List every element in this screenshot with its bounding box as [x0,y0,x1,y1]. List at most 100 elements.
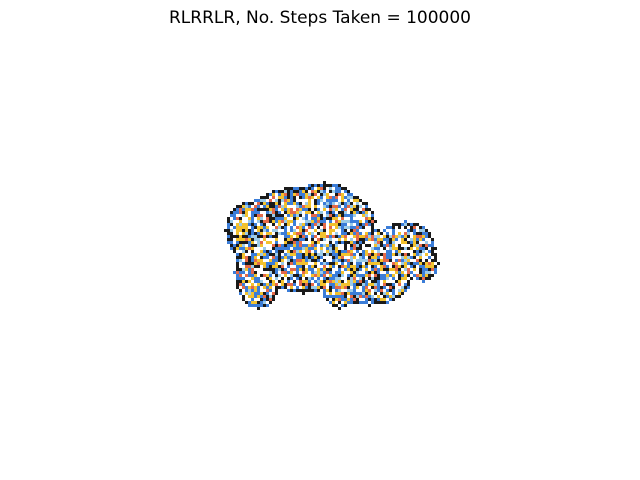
ant-cell [341,193,344,196]
ant-cell [296,208,299,211]
ant-cell [407,283,410,286]
ant-cell [398,292,401,295]
ant-cell [323,238,326,241]
ant-cell [368,289,371,292]
ant-cell [362,256,365,259]
ant-cell [266,286,269,289]
ant-cell [248,295,251,298]
ant-cell [263,301,266,304]
ant-cell [416,253,419,256]
ant-cell [422,244,425,247]
ant-cell [335,298,338,301]
ant-cell [335,283,338,286]
ant-cell [386,256,389,259]
ant-cell [275,190,278,193]
ant-cell [350,226,353,229]
ant-cell [239,217,242,220]
ant-cell [347,193,350,196]
ant-cell [251,202,254,205]
ant-cell [386,235,389,238]
ant-cell [299,205,302,208]
ant-cell [347,205,350,208]
ant-cell [416,223,419,226]
ant-cell [311,247,314,250]
ant-cell [425,274,428,277]
ant-cell [398,289,401,292]
ant-cell [296,277,299,280]
ant-cell [272,247,275,250]
ant-cell [362,280,365,283]
ant-cell [242,286,245,289]
ant-cell [329,262,332,265]
ant-cell [392,226,395,229]
ant-cell [392,292,395,295]
ant-cell [251,235,254,238]
ant-cell [338,250,341,253]
ant-cell [269,286,272,289]
ant-cell [389,241,392,244]
ant-cell [239,244,242,247]
ant-cell [386,289,389,292]
ant-cell [224,229,227,232]
ant-cell [302,223,305,226]
ant-cell [335,280,338,283]
ant-cell [317,253,320,256]
ant-cell [326,184,329,187]
ant-cell [311,265,314,268]
ant-cell [266,205,269,208]
ant-cell [308,232,311,235]
ant-cell [272,235,275,238]
ant-cell [230,214,233,217]
ant-cell [347,259,350,262]
figure: RLRRLR, No. Steps Taken = 100000 [0,0,640,480]
ant-cell [290,283,293,286]
ant-cell [335,262,338,265]
ant-cell [254,214,257,217]
ant-cell [332,223,335,226]
ant-cell [416,238,419,241]
ant-cell [281,259,284,262]
ant-cell [260,259,263,262]
ant-cell [428,268,431,271]
ant-cell [326,298,329,301]
ant-cell [272,223,275,226]
ant-cell [257,208,260,211]
ant-cell [254,211,257,214]
ant-cell [284,202,287,205]
ant-cell [347,232,350,235]
ant-cell [341,202,344,205]
ant-cell [398,274,401,277]
ant-cell [260,214,263,217]
ant-cell [275,214,278,217]
ant-cell [371,301,374,304]
ant-cell [383,265,386,268]
ant-cell [308,226,311,229]
ant-cell [341,235,344,238]
ant-cell [233,208,236,211]
ant-cell [296,253,299,256]
ant-cell [320,229,323,232]
ant-cell [386,271,389,274]
ant-cell [344,247,347,250]
ant-cell [392,247,395,250]
ant-cell [302,238,305,241]
ant-cell [407,262,410,265]
ant-cell [398,253,401,256]
ant-cell [269,217,272,220]
ant-cell [266,226,269,229]
ant-cell [281,268,284,271]
ant-cell [332,211,335,214]
ant-cell [260,274,263,277]
ant-cell [254,238,257,241]
ant-cell [308,277,311,280]
ant-cell [293,250,296,253]
ant-cell [275,226,278,229]
ant-cell [410,265,413,268]
ant-cell [425,268,428,271]
ant-cell [281,286,284,289]
ant-cell [257,280,260,283]
ant-cell [350,274,353,277]
ant-cell [392,253,395,256]
ant-cell [323,286,326,289]
ant-cell [299,274,302,277]
